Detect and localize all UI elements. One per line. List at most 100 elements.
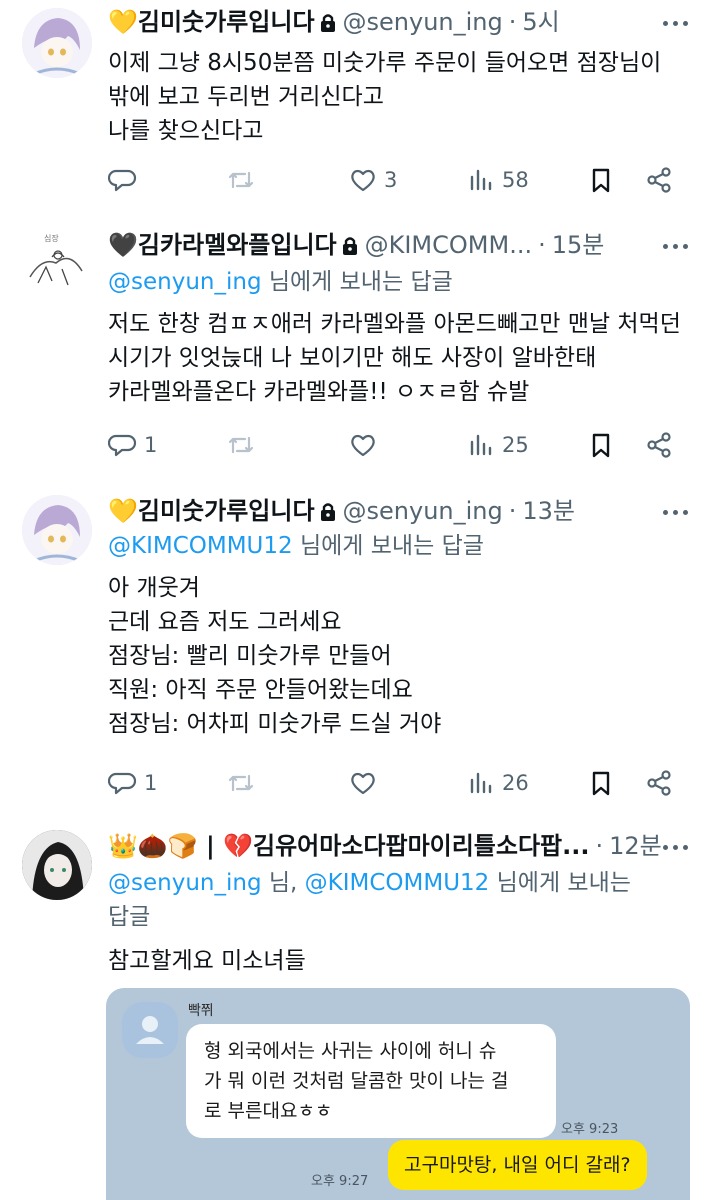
retweet-button[interactable]	[226, 427, 262, 463]
tweet-text-line: 시기가 잇엇늕대 나 보이기만 해도 사장이 알바한태	[108, 345, 597, 371]
tweet-text: 아 개웃겨 근데 요즘 저도 그러세요 점장님: 빨리 미숫가루 만들어 직원:…	[108, 571, 695, 741]
mention-link[interactable]: @KIMCOMMU12	[108, 533, 293, 559]
view-count: 26	[502, 771, 529, 795]
reply-button[interactable]: 1	[108, 427, 157, 463]
bookmark-button[interactable]	[586, 427, 616, 463]
view-count: 25	[502, 433, 529, 457]
display-name[interactable]: 💛김미숫가루입니다	[108, 8, 315, 36]
message-line: 형 외국에서는 사귀는 사이에 허니 슈	[204, 1040, 497, 1062]
timestamp[interactable]: 12분	[609, 832, 662, 860]
views-button[interactable]: 58	[466, 162, 529, 198]
separator: ·	[538, 231, 546, 259]
views-icon	[470, 772, 492, 794]
heart-icon	[351, 434, 375, 457]
views-button[interactable]: 26	[466, 765, 529, 801]
separator: ·	[508, 497, 517, 525]
avatar[interactable]	[22, 495, 92, 565]
separator: ·	[595, 832, 604, 860]
retweet-icon	[228, 774, 254, 792]
tweet-actions: 3 58	[108, 162, 678, 198]
outgoing-message-time: 오후 9:27	[311, 1174, 369, 1189]
message-line: 가 뭐 이런 것처럼 달콤한 맛이 나는 걸	[204, 1070, 509, 1092]
like-button[interactable]	[348, 427, 384, 463]
svg-text:심장: 심장	[44, 233, 59, 243]
share-button[interactable]	[644, 162, 674, 198]
share-icon	[647, 770, 671, 796]
tweet-text-line: 저도 한창 컴ㅍㅈ애러 카라멜와플 아몬드빼고만 맨날 처먹던	[108, 311, 681, 337]
tweet-header: 💛김미숫가루입니다 @senyun_ing · 13분	[108, 493, 695, 529]
bookmark-button[interactable]	[586, 162, 616, 198]
display-name[interactable]: 👑🌰🍞 | 💔김유어마소다팝마이리틀소다팝...	[108, 832, 589, 860]
bookmark-icon	[592, 771, 610, 796]
tweet-text-line: 이제 그냥 8시50분쯤 미숫가루 주문이 들어오면 점장님이	[108, 50, 662, 76]
tweet-text-line: 점장님: 빨리 미숫가루 만들어	[108, 643, 392, 669]
tweet-header: 💛김미숫가루입니다 @senyun_ing · 5시	[108, 4, 695, 40]
share-button[interactable]	[644, 765, 674, 801]
mention-link[interactable]: @senyun_ing	[108, 269, 262, 295]
incoming-message-time: 오후 9:23	[561, 1122, 619, 1137]
heart-icon	[351, 169, 375, 192]
more-icon[interactable]	[663, 834, 689, 858]
chat-sender-name: 빡쮜	[188, 1003, 214, 1019]
username[interactable]: @KIMCOMM...	[365, 231, 532, 259]
tweet-actions: 1 25	[108, 427, 678, 463]
tweet[interactable]: 👑🌰🍞 | 💔김유어마소다팝마이리틀소다팝... · 12분 @senyun_ing…	[0, 820, 709, 1200]
tweet-text-line: 직원: 아직 주문 안들어왔는데요	[108, 677, 413, 703]
more-icon[interactable]	[663, 233, 689, 257]
display-name[interactable]: 🖤김카라멜와플입니다	[108, 231, 337, 259]
mention-link[interactable]: @senyun_ing	[108, 870, 262, 896]
attached-image[interactable]: 빡쮜 형 외국에서는 사귀는 사이에 허니 슈 가 뭐 이런 것처럼 달콤한 맛…	[106, 988, 690, 1200]
tweet-text-line: 나를 찾으신다고	[108, 118, 264, 144]
tweet[interactable]: 심장 🖤김카라멜와플입니다 @KIMCOMM... · 15분 @senyun_ing…	[0, 215, 709, 485]
mention-link[interactable]: @KIMCOMMU12	[305, 870, 490, 896]
share-icon	[647, 167, 671, 193]
view-count: 58	[502, 168, 529, 192]
reply-icon	[108, 169, 137, 192]
reply-label: 님에게 보내는 답글	[261, 269, 453, 295]
reply-button[interactable]	[108, 162, 144, 198]
reply-count: 1	[144, 433, 158, 457]
retweet-icon	[228, 171, 254, 189]
retweet-icon	[228, 436, 254, 454]
bookmark-button[interactable]	[586, 765, 616, 801]
tweet-text: 저도 한창 컴ㅍㅈ애러 카라멜와플 아몬드빼고만 맨날 처먹던 시기가 잇엇늕대…	[108, 307, 695, 409]
outgoing-message-bubble: 고구마맛탕, 내일 어디 갈래?	[388, 1140, 647, 1190]
tweet-header: 🖤김카라멜와플입니다 @KIMCOMM... · 15분	[108, 227, 695, 263]
bookmark-icon	[592, 168, 610, 193]
tweet-text-line: 점장님: 어차피 미숫가루 드실 거야	[108, 711, 442, 737]
username[interactable]: @senyun_ing	[343, 497, 503, 525]
retweet-button[interactable]	[226, 162, 262, 198]
share-button[interactable]	[644, 427, 674, 463]
like-button[interactable]: 3	[348, 162, 397, 198]
views-icon	[470, 434, 492, 456]
retweet-button[interactable]	[226, 765, 262, 801]
incoming-message-bubble: 형 외국에서는 사귀는 사이에 허니 슈 가 뭐 이런 것처럼 달콤한 맛이 나…	[186, 1024, 556, 1138]
avatar[interactable]	[22, 8, 92, 78]
reply-label-continued: 답글	[108, 904, 151, 930]
lock-icon	[319, 496, 337, 532]
chat-avatar	[122, 1002, 178, 1058]
avatar[interactable]: 심장	[22, 227, 92, 297]
share-icon	[647, 432, 671, 458]
tweet-actions: 1 26	[108, 765, 678, 801]
username[interactable]: @senyun_ing	[343, 8, 503, 36]
views-button[interactable]: 25	[466, 427, 529, 463]
tweet-text-line: 카라멜와플온다 카라멜와플!! ㅇㅈㄹ함 슈발	[108, 379, 530, 405]
tweet[interactable]: 💛김미숫가루입니다 @senyun_ing · 5시 이제 그냥 8시50분쯤 미숫가…	[0, 0, 709, 215]
timestamp[interactable]: 15분	[552, 231, 605, 259]
reply-context: @senyun_ing 님, @KIMCOMMU12 님에게 보내는 답글	[108, 866, 695, 934]
heart-icon	[351, 772, 375, 795]
timestamp[interactable]: 13분	[522, 497, 575, 525]
timestamp[interactable]: 5시	[522, 8, 559, 36]
display-name[interactable]: 💛김미숫가루입니다	[108, 497, 315, 525]
avatar[interactable]	[22, 830, 92, 900]
reply-button[interactable]: 1	[108, 765, 157, 801]
more-icon[interactable]	[663, 499, 689, 523]
lock-icon	[319, 7, 337, 43]
tweet-text-line: 근데 요즘 저도 그러세요	[108, 609, 342, 635]
tweet[interactable]: 💛김미숫가루입니다 @senyun_ing · 13분 @KIMCOMMU12 님에게…	[0, 485, 709, 820]
more-icon[interactable]	[663, 10, 689, 34]
reply-separator: 님,	[261, 870, 305, 896]
like-button[interactable]	[348, 765, 384, 801]
reply-icon	[108, 434, 137, 457]
